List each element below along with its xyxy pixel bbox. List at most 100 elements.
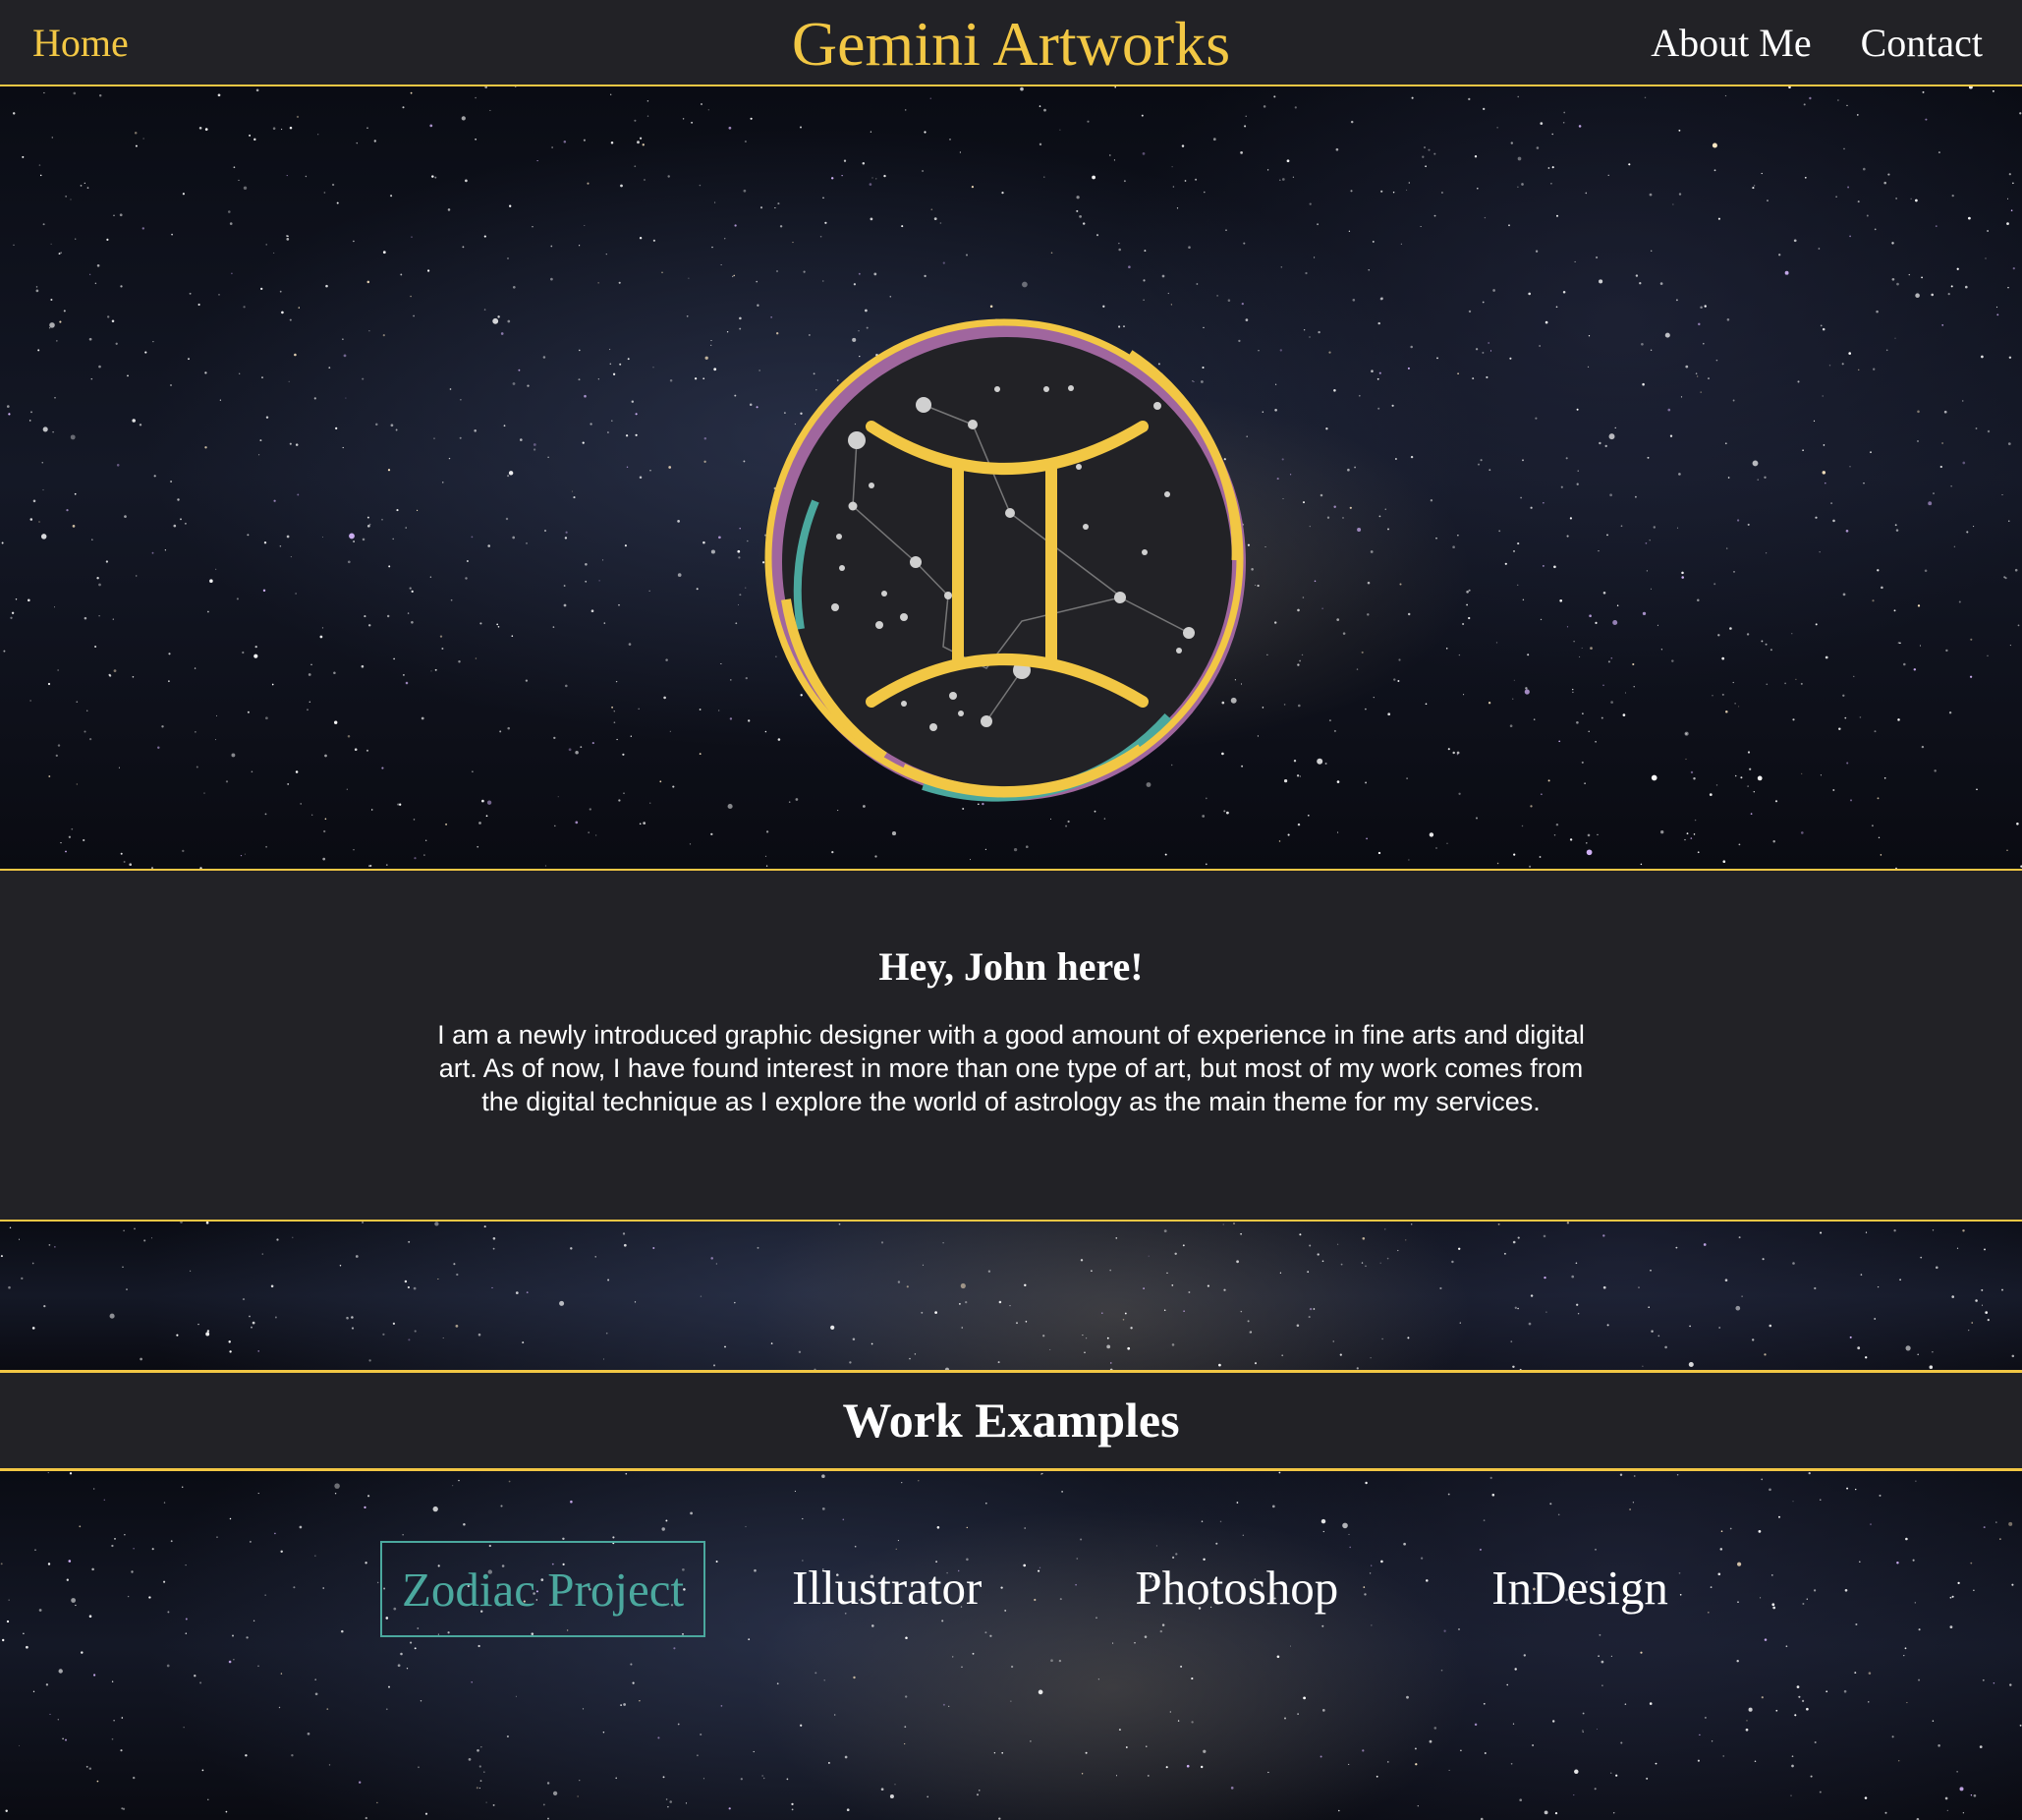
star — [1815, 516, 1818, 519]
star — [1918, 1628, 1921, 1631]
star — [1599, 441, 1601, 445]
star — [1370, 550, 1374, 553]
star — [2011, 1583, 2014, 1586]
star — [1039, 105, 1041, 107]
star — [1724, 1279, 1728, 1281]
star — [1879, 1494, 1882, 1497]
star — [1761, 1478, 1764, 1481]
star — [1307, 1271, 1310, 1274]
star — [518, 369, 521, 371]
star — [682, 118, 685, 120]
star — [1569, 517, 1572, 520]
star — [1387, 1761, 1389, 1763]
star — [1887, 173, 1890, 176]
star — [1174, 1252, 1177, 1256]
star — [1962, 400, 1964, 402]
star — [1205, 863, 1208, 866]
star — [1281, 1354, 1284, 1357]
star — [1976, 788, 1978, 791]
star — [229, 222, 233, 225]
star — [1748, 1707, 1753, 1712]
star — [901, 1481, 903, 1484]
star — [1589, 614, 1592, 618]
star — [265, 845, 268, 848]
star — [1736, 1659, 1739, 1663]
star — [1800, 831, 1804, 834]
star — [739, 316, 742, 320]
star — [182, 849, 185, 853]
starfield-band — [0, 1222, 2022, 1370]
star — [1038, 1689, 1043, 1695]
star — [1625, 692, 1626, 694]
star — [1823, 444, 1825, 446]
star — [1348, 230, 1351, 232]
star — [1863, 167, 1866, 171]
star — [858, 272, 861, 275]
nav-about-me-link[interactable]: About Me — [1651, 20, 1811, 67]
star — [1850, 799, 1852, 802]
star — [229, 1350, 232, 1353]
star — [1854, 1672, 1857, 1675]
star — [75, 238, 77, 240]
star — [1784, 682, 1786, 685]
star — [897, 1280, 901, 1283]
star — [1899, 1279, 1901, 1281]
star — [1477, 187, 1479, 190]
star — [936, 1526, 940, 1529]
star — [1287, 833, 1290, 836]
star — [1752, 460, 1759, 467]
star — [1685, 365, 1689, 369]
star — [1517, 1307, 1519, 1310]
star — [1535, 250, 1539, 253]
star — [1981, 1288, 1984, 1291]
star — [1171, 1284, 1174, 1286]
star — [562, 1537, 565, 1541]
nav-home-link[interactable]: Home — [32, 20, 129, 67]
star — [1376, 377, 1379, 380]
star — [733, 274, 735, 277]
star — [554, 825, 556, 827]
star — [1855, 1488, 1857, 1491]
star — [1985, 257, 1987, 259]
star — [639, 823, 642, 825]
star — [1278, 840, 1281, 842]
star — [1483, 107, 1486, 111]
star — [1982, 1678, 1985, 1681]
star — [1480, 459, 1483, 462]
star — [1693, 833, 1696, 835]
star — [730, 679, 732, 681]
star — [1541, 793, 1543, 795]
star — [1042, 1335, 1045, 1337]
star — [392, 1322, 396, 1326]
star — [821, 1474, 825, 1478]
star — [1761, 640, 1764, 643]
star — [1895, 529, 1899, 532]
star — [2007, 286, 2009, 289]
star — [1171, 1343, 1175, 1346]
nav-contact-link[interactable]: Contact — [1861, 20, 1983, 67]
tab-zodiac-project[interactable]: Zodiac Project — [380, 1541, 706, 1637]
star — [1406, 1695, 1409, 1699]
star — [1936, 1266, 1938, 1270]
star — [669, 379, 673, 382]
star — [1109, 1269, 1112, 1272]
star — [465, 179, 468, 183]
star — [400, 273, 403, 276]
star — [547, 1817, 549, 1820]
star — [634, 1301, 637, 1303]
tab-photoshop[interactable]: Photoshop — [1115, 1541, 1358, 1637]
star — [1436, 357, 1438, 360]
star — [286, 238, 290, 241]
star — [2006, 222, 2009, 225]
star — [1917, 1353, 1919, 1356]
tab-indesign[interactable]: InDesign — [1472, 1541, 1688, 1637]
star — [276, 1238, 279, 1241]
star — [1115, 1237, 1118, 1239]
star — [1092, 175, 1095, 180]
tab-illustrator[interactable]: Illustrator — [772, 1541, 1001, 1637]
star — [1513, 549, 1515, 552]
star — [1276, 1655, 1280, 1659]
star — [1806, 1598, 1808, 1600]
star — [1236, 1502, 1239, 1504]
star — [1488, 702, 1491, 705]
